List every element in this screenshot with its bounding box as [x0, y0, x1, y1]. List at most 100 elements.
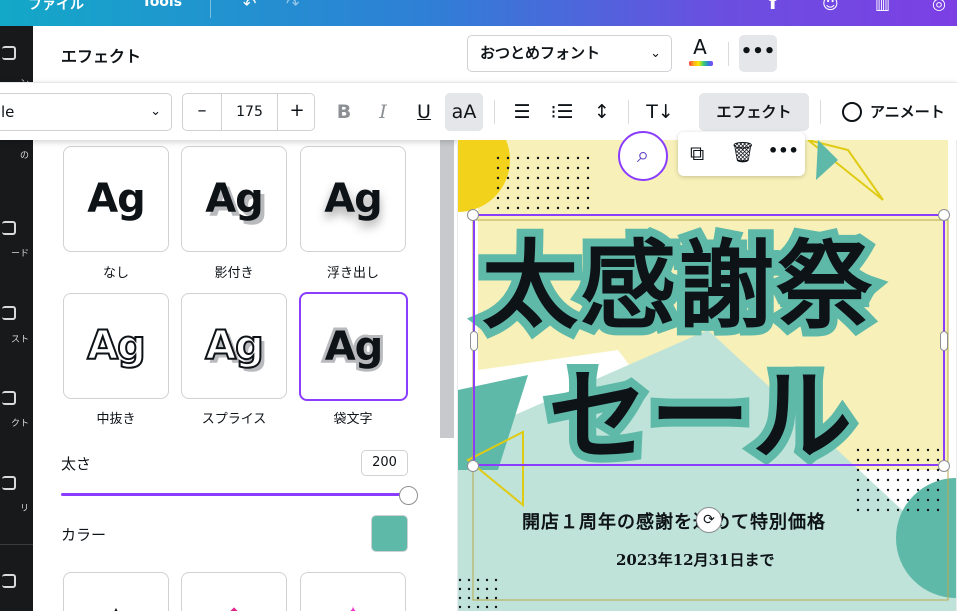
line-spacing-icon[interactable]: ↕ [588, 93, 616, 131]
case-button[interactable]: aA [445, 93, 483, 131]
chevron-down-icon: ⌄ [150, 104, 161, 119]
font-size-input[interactable]: 175 [221, 94, 278, 130]
animate-icon [842, 102, 862, 122]
font-toolbar: おつとめフォント ⌄ A ••• [457, 26, 957, 82]
effect-card-none[interactable]: Ag [63, 146, 169, 252]
rail-item[interactable]: リ [0, 501, 33, 514]
bold-button[interactable]: B [330, 93, 358, 131]
tools-menu[interactable]: Tools [142, 0, 182, 10]
rotate-icon[interactable]: ⟳ [696, 507, 722, 533]
trash-icon[interactable]: 🗑 [730, 140, 755, 164]
rail-icon[interactable] [2, 574, 16, 588]
effect-sample: Ag [87, 176, 146, 222]
rail-item[interactable]: ード [0, 246, 33, 259]
effect-label: 袋文字 [333, 412, 373, 427]
font-select-value: le [1, 103, 15, 121]
more-options-button[interactable]: ••• [739, 35, 777, 72]
thickness-slider-knob[interactable] [399, 486, 418, 505]
list-icon[interactable]: ⁝☰ [548, 93, 576, 131]
panel-scrollbar[interactable] [440, 110, 454, 438]
font-select[interactable]: le ⌄ [0, 93, 172, 131]
effect-sample: Ag [205, 176, 264, 222]
rail-icon[interactable] [2, 476, 16, 490]
thickness-slider-track[interactable] [61, 493, 408, 496]
magic-search-icon[interactable]: ⌕ [618, 131, 668, 181]
rail-item[interactable]: クト [0, 416, 33, 429]
selection-box [473, 214, 945, 466]
effect-card-hollow[interactable]: Ag [63, 293, 169, 399]
animate-button[interactable]: アニメート [834, 93, 957, 131]
effect-card-more[interactable]: ✦ [300, 572, 406, 611]
effects-button[interactable]: エフェクト [699, 93, 809, 131]
redo-icon[interactable]: ↷ [286, 0, 299, 13]
date-line[interactable]: 2023年12月31日まで [616, 549, 775, 570]
effect-sample-icon: ✦ [345, 603, 360, 611]
color-label: カラー [61, 526, 107, 544]
side-handle[interactable] [470, 331, 478, 351]
effect-label: スプライス [201, 412, 267, 427]
canva-editor: ファイル Tools ↶ ↷ ⬆ ☺ ▥ ◎ ン の ード スト クト リ エフ… [0, 0, 957, 611]
underline-button[interactable]: U [410, 93, 438, 131]
top-header: ファイル Tools ↶ ↷ ⬆ ☺ ▥ ◎ [0, 0, 957, 26]
effect-sample-icon: ▲ [108, 603, 125, 611]
toolbar-divider [728, 42, 729, 66]
thickness-value[interactable]: 200 [361, 450, 408, 476]
analytics-icon[interactable]: ▥ [875, 0, 890, 13]
resize-handle[interactable] [467, 460, 479, 472]
effect-label: なし [102, 266, 129, 281]
effect-sample: Ag [204, 322, 265, 370]
panel-title: エフェクト [61, 47, 142, 66]
font-size-stepper: – 175 + [182, 93, 315, 131]
share-icon[interactable]: ⬆ [766, 0, 779, 13]
animate-label: アニメート [870, 103, 945, 121]
rail-icon[interactable] [2, 46, 16, 60]
rail-item[interactable]: スト [0, 332, 33, 345]
effect-card-more[interactable]: ◆ [181, 572, 287, 611]
profile-icon[interactable]: ◎ [932, 0, 946, 13]
element-toolbar: ⧉ 🗑 ••• [678, 132, 805, 176]
effect-sample-icon: ◆ [227, 603, 241, 611]
toolbar-divider [820, 100, 821, 124]
align-center-icon[interactable]: ☰ [508, 93, 536, 131]
rail-divider [0, 544, 33, 545]
rail-icon[interactable] [2, 306, 16, 320]
duplicate-icon[interactable]: ⧉ [690, 141, 704, 165]
increase-size-button[interactable]: + [278, 94, 316, 130]
side-handle[interactable] [940, 331, 948, 351]
effect-sample: Ag [322, 321, 387, 373]
effect-label: 影付き [214, 266, 254, 281]
text-color-glyph: A [693, 35, 707, 59]
effect-card-shadow[interactable]: Ag [181, 146, 287, 252]
header-divider [210, 0, 211, 18]
toolbar-divider [494, 100, 495, 124]
resize-handle[interactable] [938, 460, 950, 472]
resize-handle[interactable] [938, 209, 950, 221]
rail-icon[interactable] [2, 391, 16, 405]
undo-icon[interactable]: ↶ [243, 0, 256, 13]
effect-label: 中抜き [96, 412, 136, 427]
color-swatch[interactable] [371, 515, 408, 552]
font-family-select[interactable]: おつとめフォント ⌄ [467, 35, 672, 72]
effect-card-splice[interactable]: Ag [181, 293, 287, 399]
text-color-bar [689, 61, 713, 66]
user-icon[interactable]: ☺ [822, 0, 839, 13]
decrease-size-button[interactable]: – [183, 94, 221, 130]
toolbar-divider [628, 100, 629, 124]
file-menu[interactable]: ファイル [28, 0, 84, 14]
rail-item[interactable]: の [0, 148, 33, 161]
more-icon[interactable]: ••• [768, 141, 799, 160]
effect-card-outline[interactable]: Ag [299, 292, 408, 401]
format-toolbar: le ⌄ – 175 + B I U aA ☰ ⁝☰ ↕ T↓ エフェクト アニ… [0, 82, 957, 140]
rail-icon[interactable] [2, 221, 16, 235]
effect-label: 浮き出し [326, 266, 379, 281]
effect-sample: Ag [324, 176, 383, 222]
chevron-down-icon: ⌄ [650, 46, 661, 61]
resize-handle[interactable] [467, 209, 479, 221]
text-direction-icon[interactable]: T↓ [645, 93, 675, 131]
effect-sample: Ag [86, 322, 147, 370]
subtitle[interactable]: 開店１周年の感謝を込めて特別価格 [522, 508, 826, 534]
font-family-value: おつとめフォント [480, 44, 601, 62]
italic-button[interactable]: I [369, 93, 397, 131]
effect-card-more[interactable]: ▲ [63, 572, 169, 611]
effect-card-lift[interactable]: Ag [300, 146, 406, 252]
